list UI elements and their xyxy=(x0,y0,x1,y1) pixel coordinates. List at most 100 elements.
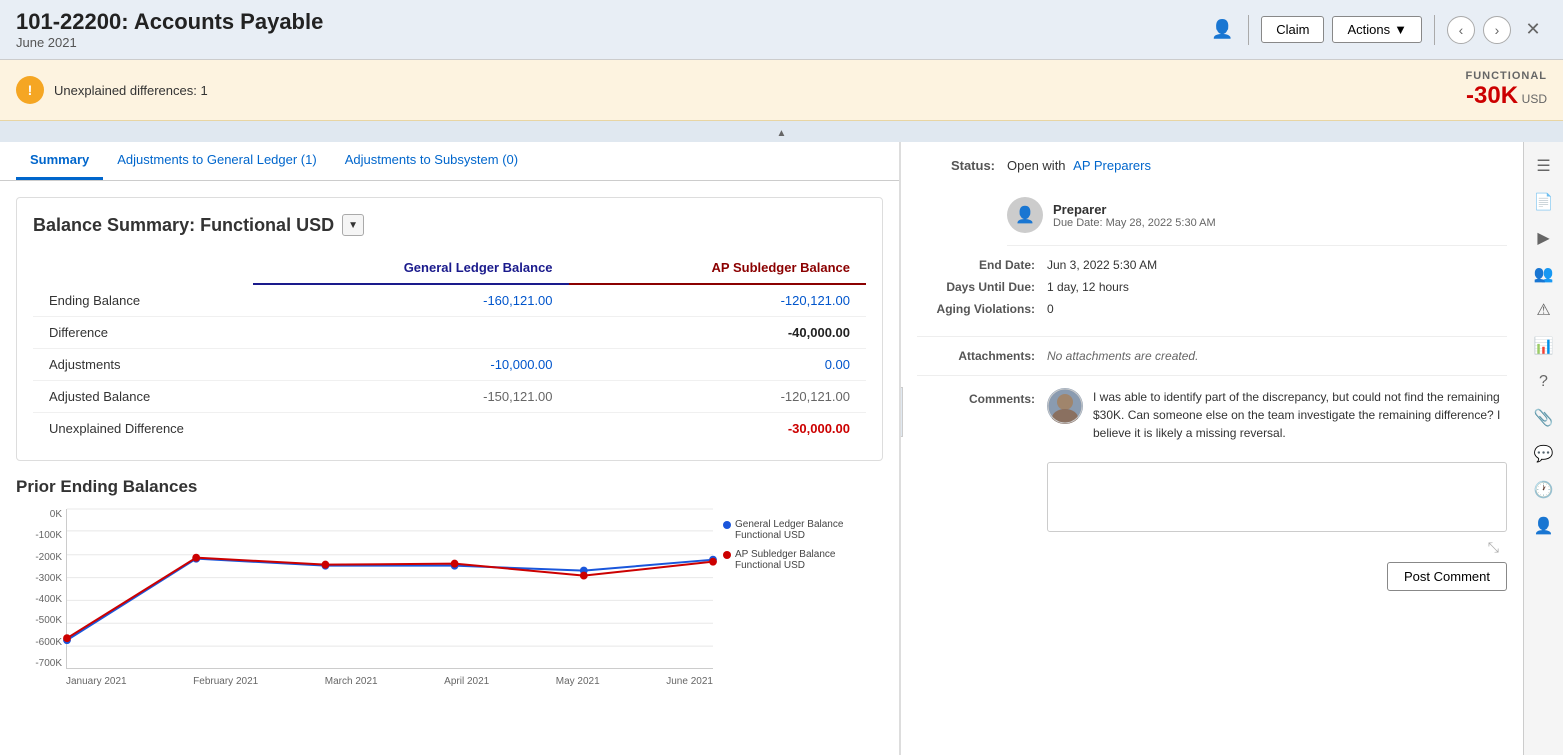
collapse-right-handle[interactable]: ◀ xyxy=(900,387,903,437)
aging-label: Aging Violations: xyxy=(917,302,1047,316)
comments-label: Comments: xyxy=(917,388,1047,406)
balance-table: General Ledger Balance AP Subledger Bala… xyxy=(33,252,866,444)
row-gl-value: -160,121.00 xyxy=(253,284,569,317)
comment-avatar xyxy=(1047,388,1083,424)
status-row: Status: Open with AP Preparers xyxy=(917,158,1507,177)
row-label: Unexplained Difference xyxy=(33,413,253,445)
x-label: April 2021 xyxy=(444,676,489,687)
warning-left: ! Unexplained differences: 1 xyxy=(16,76,208,104)
actions-button[interactable]: Actions ▼ xyxy=(1332,16,1422,43)
y-label: -300K xyxy=(16,573,62,584)
balance-table-row: Difference -40,000.00 xyxy=(33,317,866,349)
settings-user-icon[interactable]: 👤 xyxy=(1528,510,1560,542)
warning-icon: ! xyxy=(16,76,44,104)
preparer-due: Due Date: May 28, 2022 5:30 AM xyxy=(1053,217,1216,229)
list-icon[interactable]: ☰ xyxy=(1528,150,1560,182)
x-label: January 2021 xyxy=(66,676,127,687)
row-label: Difference xyxy=(33,317,253,349)
row-ap-value: -120,121.00 xyxy=(569,381,866,413)
preparer-name: Preparer xyxy=(1053,202,1216,217)
legend-ap-dot xyxy=(723,551,731,559)
aging-row: Aging Violations: 0 xyxy=(917,302,1507,316)
tab-adjustments-gl[interactable]: Adjustments to General Ledger (1) xyxy=(103,142,330,180)
header-divider2 xyxy=(1434,15,1435,45)
play-icon[interactable]: ▶ xyxy=(1528,222,1560,254)
comment-text: I was able to identify part of the discr… xyxy=(1093,388,1507,442)
header-title-block: 101-22200: Accounts Payable June 2021 xyxy=(16,9,323,50)
close-button[interactable]: ✕ xyxy=(1519,16,1547,44)
balance-table-row: Ending Balance -160,121.00 -120,121.00 xyxy=(33,284,866,317)
status-label: Status: xyxy=(917,158,1007,173)
document-icon[interactable]: 📄 xyxy=(1528,186,1560,218)
resize-icon: ⤡ xyxy=(1488,539,1499,556)
x-label: May 2021 xyxy=(556,676,600,687)
right-panel: ◀ Status: Open with AP Preparers 👤 Prepa… xyxy=(900,142,1523,755)
chat-icon[interactable]: 💬 xyxy=(1528,438,1560,470)
balance-summary-card: Balance Summary: Functional USD ▼ Genera… xyxy=(16,197,883,461)
legend-ap: AP Subledger Balance Functional USD xyxy=(723,549,878,571)
row-ap-value: -30,000.00 xyxy=(569,413,866,445)
row-gl-value xyxy=(253,317,569,349)
chart-legend: General Ledger Balance Functional USD AP… xyxy=(723,519,878,579)
attachments-value: No attachments are created. xyxy=(1047,349,1198,363)
chart-y-labels: 0K-100K-200K-300K-400K-500K-600K-700K xyxy=(16,509,62,669)
tab-summary[interactable]: Summary xyxy=(16,142,103,180)
warning-banner: ! Unexplained differences: 1 FUNCTIONAL … xyxy=(0,60,1563,121)
claim-button[interactable]: Claim xyxy=(1261,16,1324,43)
account-title: 101-22200: Accounts Payable xyxy=(16,9,323,35)
functional-currency: USD xyxy=(1522,92,1547,106)
x-label: February 2021 xyxy=(193,676,258,687)
balance-table-row: Adjustments -10,000.00 0.00 xyxy=(33,349,866,381)
data-icon[interactable]: 📊 xyxy=(1528,330,1560,362)
history-icon[interactable]: 🕐 xyxy=(1528,474,1560,506)
header-controls: 👤 Claim Actions ▼ ‹ › ✕ xyxy=(1208,15,1547,45)
post-comment-button[interactable]: Post Comment xyxy=(1387,562,1507,591)
balance-summary-dropdown[interactable]: ▼ xyxy=(342,214,364,236)
attachment-icon[interactable]: 📎 xyxy=(1528,402,1560,434)
days-due-row: Days Until Due: 1 day, 12 hours xyxy=(917,280,1507,294)
actions-label: Actions xyxy=(1347,22,1390,37)
info-section: End Date: Jun 3, 2022 5:30 AM Days Until… xyxy=(917,258,1507,337)
row-label: Adjusted Balance xyxy=(33,381,253,413)
collapse-bar[interactable]: ▲ xyxy=(0,121,1563,142)
row-label: Adjustments xyxy=(33,349,253,381)
days-due-value: 1 day, 12 hours xyxy=(1047,280,1129,294)
right-sidebar: ☰ 📄 ▶ 👥 ⚠ 📊? 📎 💬 🕐 👤 xyxy=(1523,142,1563,755)
row-label: Ending Balance xyxy=(33,284,253,317)
prior-ending-balances-section: Prior Ending Balances 0K-100K-200K-300K-… xyxy=(16,477,883,687)
y-label: -700K xyxy=(16,658,62,669)
legend-gl-dot xyxy=(723,521,731,529)
y-label: -400K xyxy=(16,594,62,605)
help-icon[interactable]: ? xyxy=(1528,366,1560,398)
legend-gl: General Ledger Balance Functional USD xyxy=(723,519,878,541)
x-label: March 2021 xyxy=(325,676,378,687)
next-nav-button[interactable]: › xyxy=(1483,16,1511,44)
functional-badge: FUNCTIONAL -30K USD xyxy=(1466,70,1548,110)
chart-x-labels: January 2021 February 2021 March 2021 April… xyxy=(66,672,713,687)
ap-preparers-link[interactable]: AP Preparers xyxy=(1073,158,1151,173)
header: 101-22200: Accounts Payable June 2021 👤 … xyxy=(0,0,1563,60)
legend-ap-label: AP Subledger Balance Functional USD xyxy=(735,549,878,571)
tab-adjustments-subsystem[interactable]: Adjustments to Subsystem (0) xyxy=(331,142,532,180)
chart-svg xyxy=(66,509,713,669)
left-panel: Summary Adjustments to General Ledger (1… xyxy=(0,142,900,755)
comment-input[interactable] xyxy=(1047,462,1507,532)
y-label: 0K xyxy=(16,509,62,520)
row-gl-value xyxy=(253,413,569,445)
user-icon-button[interactable]: 👤 xyxy=(1208,16,1236,44)
legend-gl-label: General Ledger Balance Functional USD xyxy=(735,519,878,541)
period-label: June 2021 xyxy=(16,35,323,50)
gl-balance-header: General Ledger Balance xyxy=(253,252,569,284)
warning-icon[interactable]: ⚠ xyxy=(1528,294,1560,326)
row-ap-value: -40,000.00 xyxy=(569,317,866,349)
chart-wrapper: 0K-100K-200K-300K-400K-500K-600K-700K xyxy=(66,509,713,672)
y-label: -100K xyxy=(16,530,62,541)
end-date-value: Jun 3, 2022 5:30 AM xyxy=(1047,258,1157,272)
row-ap-value: 0.00 xyxy=(569,349,866,381)
users-settings-icon[interactable]: 👥 xyxy=(1528,258,1560,290)
prev-nav-button[interactable]: ‹ xyxy=(1447,16,1475,44)
prior-balances-title: Prior Ending Balances xyxy=(16,477,883,497)
comments-content: I was able to identify part of the discr… xyxy=(1047,388,1507,591)
balance-table-row: Adjusted Balance -150,121.00 -120,121.00 xyxy=(33,381,866,413)
row-gl-value: -10,000.00 xyxy=(253,349,569,381)
